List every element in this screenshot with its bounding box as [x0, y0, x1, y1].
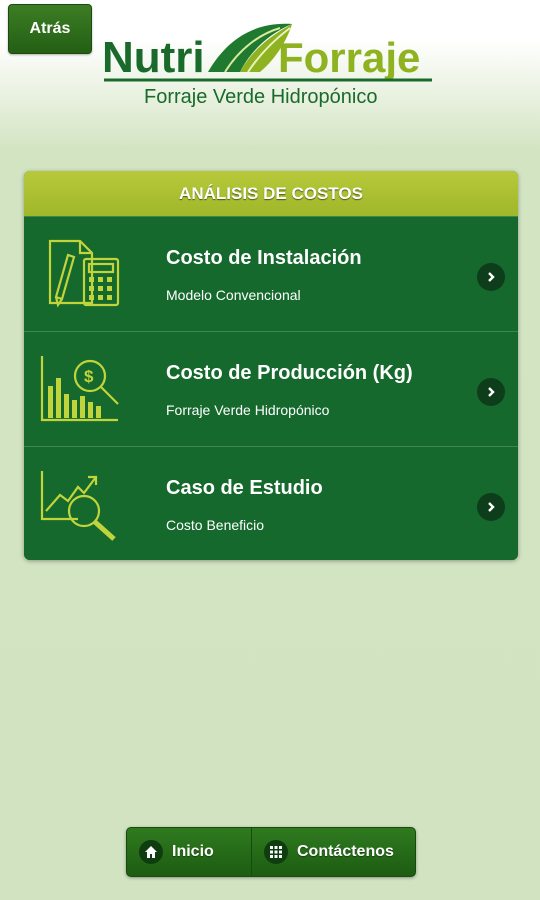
logo-name-left: Nutri: [102, 33, 205, 82]
home-button[interactable]: Inicio: [127, 828, 252, 876]
back-button[interactable]: Atrás: [8, 4, 92, 54]
item-subtitle: Modelo Convencional: [166, 287, 301, 303]
logo-tagline: Forraje Verde Hidropónico: [144, 86, 377, 108]
footer-navbar: Inicio Contáctenos: [126, 827, 416, 877]
nutriforraje-logo: Nutri Forraje Forraje Verde Hidropónico: [100, 14, 440, 114]
chevron-right-icon: [477, 263, 505, 291]
bar-chart-magnifier-icon: $: [38, 350, 122, 428]
item-title: Costo de Instalación: [166, 247, 362, 269]
chevron-right-icon: [477, 378, 505, 406]
logo-name-right: Forraje: [278, 34, 420, 81]
svg-text:$: $: [84, 367, 94, 386]
contact-button[interactable]: Contáctenos: [252, 828, 415, 876]
item-title: Caso de Estudio: [166, 477, 323, 499]
item-subtitle: Forraje Verde Hidropónico: [166, 402, 330, 418]
panel-title: ANÁLISIS DE COSTOS: [24, 171, 518, 216]
cost-analysis-panel: ANÁLISIS DE COSTOS Costo de Instalación …: [24, 171, 518, 560]
home-icon: [139, 840, 163, 864]
item-title: Costo de Producción (Kg): [166, 362, 413, 384]
item-subtitle: Costo Beneficio: [166, 517, 265, 533]
grid-icon: [264, 840, 288, 864]
item-caso-estudio[interactable]: Caso de Estudio Costo Beneficio: [24, 446, 518, 560]
trend-magnifier-icon: [38, 465, 122, 543]
item-costo-produccion[interactable]: $ Costo de Producción (Kg) Forraje Verde…: [24, 331, 518, 446]
item-costo-instalacion[interactable]: Costo de Instalación Modelo Convencional: [24, 216, 518, 331]
document-calculator-icon: [38, 235, 122, 313]
chevron-right-icon: [477, 493, 505, 521]
contact-label: Contáctenos: [297, 843, 394, 860]
home-label: Inicio: [172, 843, 214, 860]
